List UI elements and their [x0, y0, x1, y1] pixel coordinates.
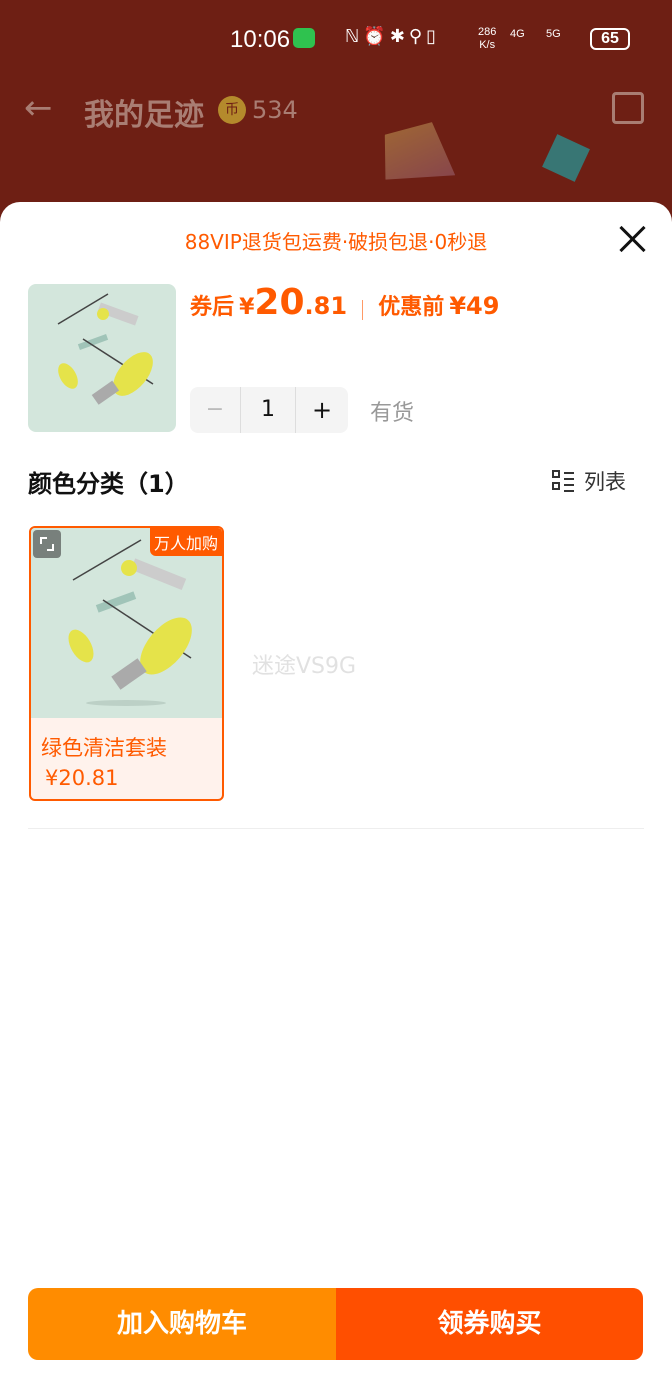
sku-name: 绿色清洁套装 — [41, 736, 167, 760]
vip-service-banner: 88VIP退货包运费·破损包退·0秒退 — [184, 230, 488, 254]
signal-5g-icon: 5G — [546, 28, 561, 40]
before-discount-label: 优惠前 — [378, 295, 445, 320]
coin-icon: 币 — [218, 96, 246, 124]
after-price-integer: 20 — [254, 282, 305, 323]
decorative-kite-graphic-small — [542, 134, 590, 182]
before-discount-price: ¥49 — [449, 292, 500, 320]
price-row: 券后 ¥20.81 优惠前 ¥49 — [190, 282, 499, 332]
coupon-buy-button[interactable]: 领券购买 — [336, 1288, 643, 1360]
list-icon — [552, 470, 574, 492]
currency-symbol: ¥ — [239, 295, 255, 320]
sku-price: ¥20.81 — [45, 766, 119, 790]
quantity-stepper: − 1 + — [190, 387, 348, 433]
list-toggle-label: 列表 — [584, 470, 626, 494]
signal-4g-icon: 4G — [510, 28, 525, 40]
product-thumbnail[interactable] — [28, 284, 176, 432]
share-icon[interactable] — [612, 92, 644, 124]
quantity-value[interactable]: 1 — [240, 387, 296, 433]
expand-icon[interactable] — [33, 530, 61, 558]
color-category-title: 颜色分类（1） — [28, 470, 189, 498]
wechat-notification-icon — [293, 28, 315, 48]
after-coupon-label: 券后 — [190, 295, 235, 320]
coin-count: 534 — [252, 96, 298, 124]
list-view-toggle[interactable]: 列表 — [552, 466, 626, 496]
increase-quantity-button[interactable]: + — [296, 387, 348, 433]
watermark: 迷途VS9G — [252, 654, 357, 679]
sku-option-card[interactable]: 万人加购 绿色清洁套装 ¥20.81 — [29, 526, 224, 801]
close-icon[interactable] — [616, 222, 650, 256]
action-bar: 加入购物车 领券购买 — [28, 1288, 643, 1360]
popularity-badge: 万人加购 — [149, 528, 222, 556]
sku-selection-sheet: 88VIP退货包运费·破损包退·0秒退 券后 ¥20.81 优惠前 ¥49 − … — [0, 202, 672, 1386]
price-divider — [362, 299, 364, 320]
page-title: 我的足迹 — [84, 98, 204, 133]
divider — [28, 828, 644, 829]
product-image — [57, 293, 154, 405]
network-speed: 286 K/s — [478, 26, 497, 51]
decrease-quantity-button[interactable]: − — [190, 387, 240, 433]
top-nav: ← 我的足迹 币 534 — [0, 88, 672, 133]
add-to-cart-button[interactable]: 加入购物车 — [28, 1288, 336, 1360]
system-status-icons: ℕ⏰✱⚲▯ — [345, 26, 440, 47]
stock-status: 有货 — [370, 401, 415, 426]
status-bar: 10:06 ℕ⏰✱⚲▯ 286 K/s 4G 5G 65 — [0, 22, 672, 58]
back-arrow-icon[interactable]: ← — [24, 90, 53, 126]
after-price-decimal: .81 — [304, 292, 348, 320]
page-background-header: 10:06 ℕ⏰✱⚲▯ 286 K/s 4G 5G 65 ← 我的足迹 币 534 — [0, 0, 672, 230]
clock: 10:06 — [230, 26, 291, 53]
battery-icon: 65 — [590, 28, 630, 50]
